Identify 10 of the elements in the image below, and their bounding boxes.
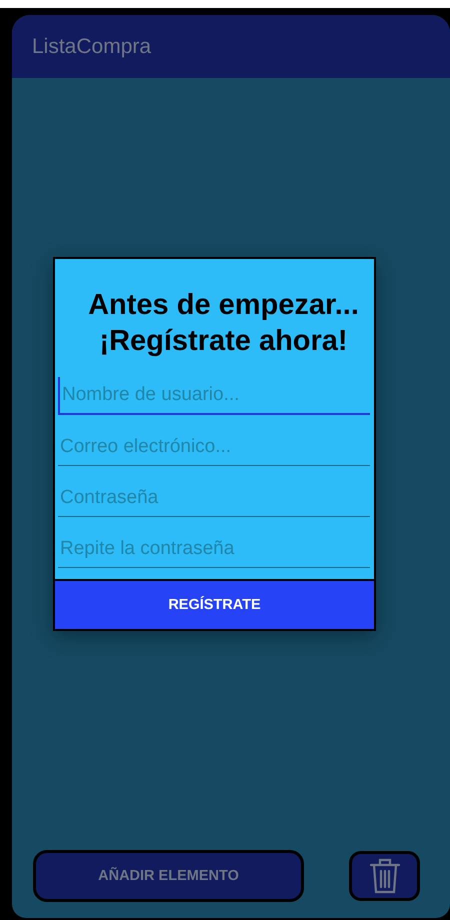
trash-icon [368, 857, 400, 895]
dialog-title: Antes de empezar... ¡Regístrate ahora! [87, 288, 360, 359]
input-field[interactable]: Contraseña [58, 480, 370, 517]
app-title: ListaCompra [32, 34, 152, 58]
delete-button[interactable] [349, 851, 420, 901]
add-item-button[interactable]: AÑADIR ELEMENTO [33, 850, 304, 902]
input-field[interactable]: Correo electrónico... [58, 429, 370, 466]
input-field[interactable]: Nombre de usuario... [58, 377, 370, 415]
input-field[interactable]: Repite la contraseña [58, 531, 370, 568]
register-button[interactable]: REGÍSTRATE [55, 579, 374, 629]
